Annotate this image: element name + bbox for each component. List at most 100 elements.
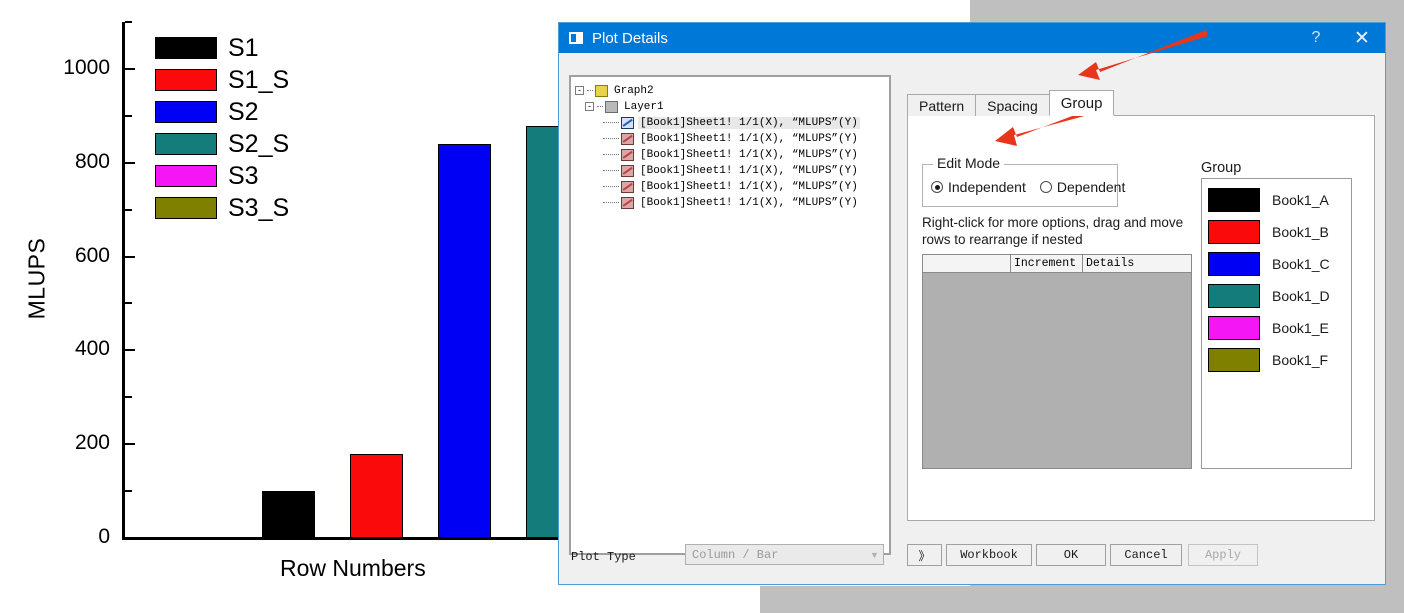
settings-panel: Pattern Spacing Group Edit Mode Independen… [907,90,1375,521]
group-item-label: Book1_E [1272,320,1329,336]
tree-node-label: Graph2 [614,84,654,97]
tree-node-layer[interactable]: - Layer1 [585,99,885,114]
tree-node-plot[interactable]: [Book1]Sheet1! 1/1(X), “MLUPS”(Y) [603,163,885,178]
dialog-title-bar[interactable]: Plot Details ? ✕ [559,23,1385,53]
y-tick-label: 1000 [63,55,110,79]
group-item-label: Book1_C [1272,256,1330,272]
group-color-swatch[interactable] [1208,316,1260,340]
group-color-swatch[interactable] [1208,348,1260,372]
group-list-item[interactable]: Book1_B [1208,216,1351,248]
plot-details-dialog: Plot Details ? ✕ - Graph2 - Layer1 [Book1]Sh… [558,22,1386,585]
tree-node-plot[interactable]: [Book1]Sheet1! 1/1(X), “MLUPS”(Y) [603,115,885,130]
desktop-background-bottom [760,586,1404,613]
grid-col-increment[interactable]: Increment [1011,255,1083,272]
y-tick-label: 200 [74,431,110,455]
y-tick-label: 400 [74,337,110,361]
plot-details-icon [569,32,583,44]
hint-text: Right-click for more options, drag and m… [922,215,1184,247]
cancel-button[interactable]: Cancel [1110,544,1182,566]
radio-label-dependent[interactable]: Dependent [1057,179,1126,195]
legend-label: S2_S [228,129,290,158]
group-list[interactable]: Book1_A Book1_B Book1_C Book1_D Book1_E Book1… [1201,178,1352,469]
grid-col-details[interactable]: Details [1083,255,1191,272]
tree-connector [603,121,619,124]
tree-connector [603,201,619,204]
legend-swatch [155,101,217,123]
folder-icon [595,84,608,97]
chevron-down-icon: ▼ [870,549,879,560]
y-axis-title: MLUPS [23,237,50,320]
edit-mode-groupbox: Edit Mode Independent Dependent [922,155,1125,207]
group-color-swatch[interactable] [1208,220,1260,244]
legend-label: S2 [228,97,259,126]
group-color-swatch[interactable] [1208,284,1260,308]
legend-item: S1 [155,32,385,64]
dialog-title: Plot Details [592,29,668,47]
help-button[interactable]: ? [1293,23,1339,53]
tree-node-label: [Book1]Sheet1! 1/1(X), “MLUPS”(Y) [640,196,858,209]
bar [261,490,315,538]
group-list-item[interactable]: Book1_A [1208,184,1351,216]
tree-connector [587,89,593,92]
ok-button[interactable]: OK [1036,544,1106,566]
bar [349,454,403,538]
dialog-bottom-bar: Plot Type Column / Bar ▼ 》 Workbook OK C… [559,532,1385,584]
close-button[interactable]: ✕ [1339,23,1385,53]
tab-pattern[interactable]: Pattern [907,94,977,116]
group-tab-page: Edit Mode Independent Dependent Right-cli… [907,115,1375,521]
group-color-swatch[interactable] [1208,188,1260,212]
legend-label: S1 [228,33,259,62]
group-list-label: Group [1201,160,1242,176]
group-list-item[interactable]: Book1_F [1208,344,1351,376]
group-list-item[interactable]: Book1_D [1208,280,1351,312]
group-color-swatch[interactable] [1208,252,1260,276]
tree-node-label: [Book1]Sheet1! 1/1(X), “MLUPS”(Y) [640,132,858,145]
legend-swatch [155,197,217,219]
y-tick-label: 0 [98,525,110,548]
radio-independent[interactable] [931,181,943,193]
group-list-item[interactable]: Book1_E [1208,312,1351,344]
tree-node-plot[interactable]: [Book1]Sheet1! 1/1(X), “MLUPS”(Y) [603,147,885,162]
tree-connector [597,105,603,108]
tree-connector [603,185,619,188]
tree-node-plot[interactable]: [Book1]Sheet1! 1/1(X), “MLUPS”(Y) [603,131,885,146]
tree-node-label: Layer1 [624,100,664,113]
tree-expander-icon[interactable]: - [585,102,594,111]
plot-type-select[interactable]: Column / Bar ▼ [685,544,884,565]
tree-node-label: [Book1]Sheet1! 1/1(X), “MLUPS”(Y) [640,164,858,177]
layer-icon [605,100,618,113]
legend-label: S3 [228,161,259,190]
tree-expander-icon[interactable]: - [575,86,584,95]
increment-details-grid[interactable]: Increment Details [922,254,1192,469]
edit-mode-radio-group[interactable]: Independent Dependent [931,179,1139,195]
workbook-button[interactable]: Workbook [946,544,1032,566]
tree-node-plot[interactable]: [Book1]Sheet1! 1/1(X), “MLUPS”(Y) [603,179,885,194]
legend-item: S2_S [155,128,385,160]
tree-connector [603,153,619,156]
group-list-item[interactable]: Book1_C [1208,248,1351,280]
plot-icon [621,132,634,145]
tree-node-label: [Book1]Sheet1! 1/1(X), “MLUPS”(Y) [638,116,860,129]
legend-item: S3 [155,160,385,192]
legend-swatch [155,165,217,187]
legend-item: S1_S [155,64,385,96]
tree-node-plot[interactable]: [Book1]Sheet1! 1/1(X), “MLUPS”(Y) [603,195,885,210]
plot-icon [621,116,634,129]
grid-col-blank[interactable] [923,255,1011,272]
group-item-label: Book1_A [1272,192,1329,208]
tree-node-graph[interactable]: - Graph2 [575,83,885,98]
y-tick-label: 800 [74,149,110,173]
plot-icon [621,164,634,177]
apply-button: Apply [1188,544,1258,566]
radio-dependent[interactable] [1039,181,1052,193]
tab-spacing[interactable]: Spacing [975,94,1050,116]
tab-group[interactable]: Group [1048,90,1115,116]
edit-mode-legend: Edit Mode [933,155,1005,171]
radio-label-independent[interactable]: Independent [948,179,1026,195]
plot-type-label: Plot Type [571,550,636,564]
plot-tree[interactable]: - Graph2 - Layer1 [Book1]Sheet1! 1/1(X), “ML… [569,75,891,555]
bar [437,143,491,538]
legend-item: S2 [155,96,385,128]
more-button[interactable]: 》 [907,544,942,566]
legend-item: S3_S [155,192,385,224]
